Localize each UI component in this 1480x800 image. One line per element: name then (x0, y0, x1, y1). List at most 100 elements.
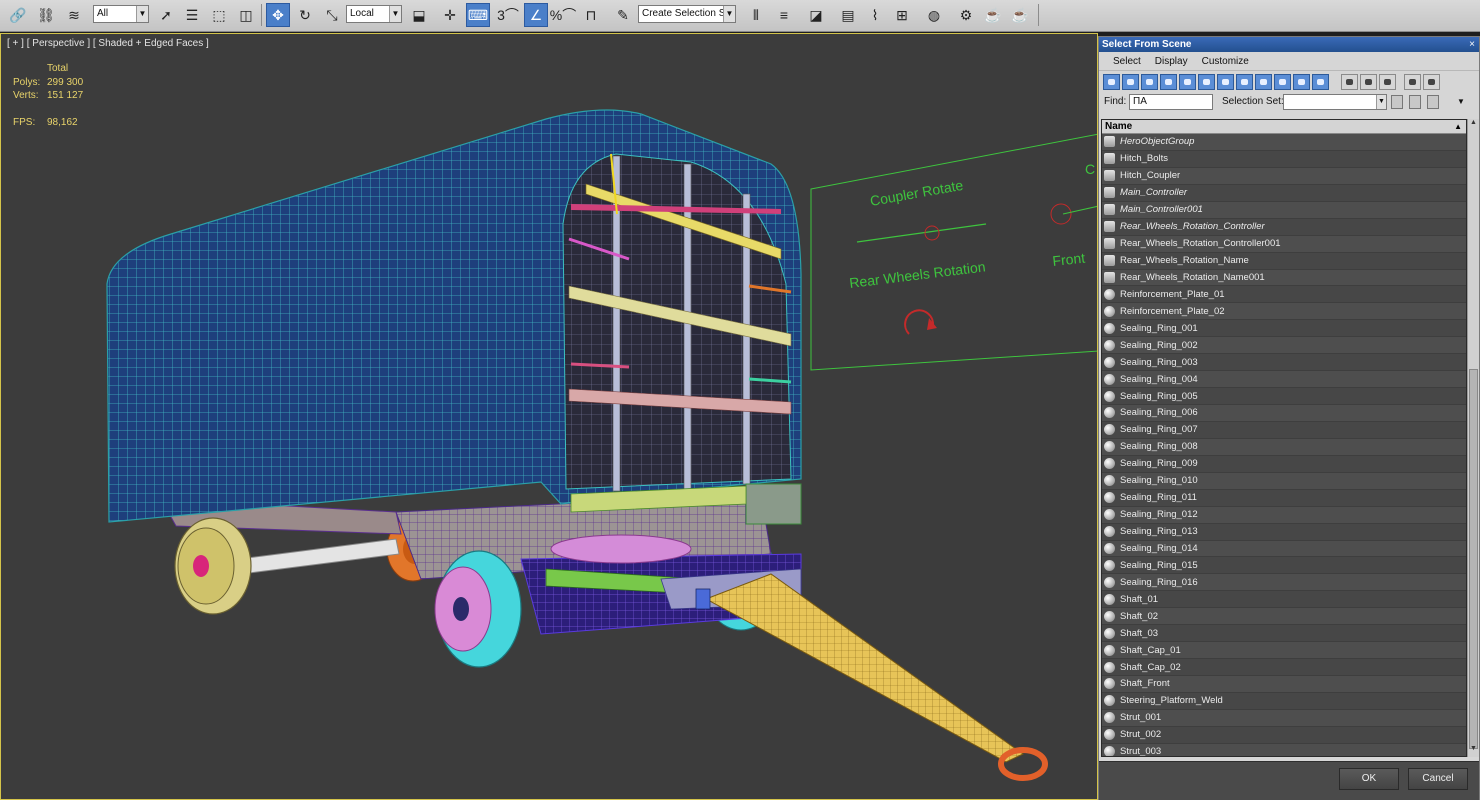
perspective-viewport[interactable]: Coupler Rotate Rear Wheels Rotation Fron… (0, 33, 1098, 800)
list-item[interactable]: Hitch_Coupler (1102, 167, 1466, 185)
select-object-icon[interactable]: ➚ (154, 3, 178, 27)
select-and-rotate-icon[interactable]: ↻ (293, 3, 317, 27)
list-item[interactable]: Shaft_03 (1102, 625, 1466, 643)
selection-set-dropdown[interactable]: ▼ (1283, 94, 1387, 110)
rear-axle[interactable] (238, 538, 400, 575)
list-item[interactable]: HeroObjectGroup (1102, 134, 1466, 151)
display-bones-icon[interactable] (1255, 74, 1272, 90)
filter-icon[interactable] (1404, 74, 1421, 90)
cancel-button[interactable]: Cancel (1408, 768, 1468, 790)
list-item[interactable]: Shaft_Cap_02 (1102, 659, 1466, 676)
select-all-icon[interactable] (1341, 74, 1358, 90)
list-scrollbar[interactable]: ▲ ▼ (1467, 119, 1479, 757)
named-selection-sets-dropdown[interactable]: Create Selection Se ▼ (638, 5, 736, 23)
drawbar[interactable] (704, 573, 1024, 763)
coupler-block[interactable] (695, 588, 711, 610)
select-invert-icon[interactable] (1379, 74, 1396, 90)
ok-button[interactable]: OK (1339, 768, 1399, 790)
turntable[interactable] (550, 534, 692, 564)
list-item[interactable]: Sealing_Ring_011 (1102, 489, 1466, 507)
list-item[interactable]: Sealing_Ring_004 (1102, 371, 1466, 389)
list-item[interactable]: Sealing_Ring_010 (1102, 472, 1466, 490)
display-space-warps-icon[interactable] (1198, 74, 1215, 90)
frame-post-2[interactable] (683, 163, 692, 490)
material-editor-icon[interactable]: ◍ (922, 3, 946, 27)
trailer-wireframe-model[interactable]: Coupler Rotate Rear Wheels Rotation Fron… (1, 34, 1098, 800)
scene-object-list[interactable]: Name ▲ HeroObjectGroup Hitch_Bolts Hitch_C… (1101, 119, 1467, 757)
bind-to-space-warp-icon[interactable]: ≋ (62, 3, 86, 27)
graphite-modeling-tools-icon[interactable]: ▤ (836, 3, 860, 27)
list-item[interactable]: Reinforcement_Plate_01 (1102, 286, 1466, 304)
window-crossing-icon[interactable]: ◫ (234, 3, 258, 27)
display-containers-icon[interactable] (1274, 74, 1291, 90)
list-item[interactable]: Rear_Wheels_Rotation_Name001 (1102, 269, 1466, 287)
filter-settings-icon[interactable] (1423, 74, 1440, 90)
list-item[interactable]: Sealing_Ring_005 (1102, 388, 1466, 405)
mirror-icon[interactable]: ⫴ (744, 3, 768, 27)
unlink-selection-icon[interactable]: ⛓ (34, 3, 58, 27)
coupler-rotate-slider[interactable] (856, 223, 987, 243)
list-item[interactable]: Rear_Wheels_Rotation_Controller (1102, 218, 1466, 236)
select-none-icon[interactable] (1360, 74, 1377, 90)
list-item[interactable]: Sealing_Ring_016 (1102, 574, 1466, 592)
edit-selection-set-icon[interactable] (1409, 95, 1421, 109)
coupler-rotate-handle[interactable] (924, 225, 940, 241)
save-selection-set-icon[interactable] (1391, 95, 1403, 109)
list-item[interactable]: Sealing_Ring_014 (1102, 540, 1466, 558)
display-cameras-icon[interactable] (1160, 74, 1177, 90)
select-and-link-icon[interactable]: 🔗 (6, 3, 30, 27)
column-header-name[interactable]: Name ▲ (1102, 120, 1466, 134)
menu-select[interactable]: Select (1113, 56, 1141, 67)
select-and-manipulate-icon[interactable]: ✛ (438, 3, 462, 27)
list-item[interactable]: Rear_Wheels_Rotation_Name (1102, 252, 1466, 270)
selection-filter-dropdown[interactable]: All ▼ (93, 5, 149, 23)
align-icon[interactable]: ≡ (772, 3, 796, 27)
list-item[interactable]: Main_Controller001 (1102, 201, 1466, 219)
delete-selection-set-icon[interactable] (1427, 95, 1439, 109)
pivot-point-center-icon[interactable]: ⬓ (407, 3, 431, 27)
list-item[interactable]: Sealing_Ring_009 (1102, 455, 1466, 473)
list-item[interactable]: Strut_002 (1102, 726, 1466, 744)
select-by-name-icon[interactable]: ☰ (180, 3, 204, 27)
snaps-toggle-icon[interactable]: 3 ⌒ (496, 3, 520, 27)
list-item[interactable]: Shaft_Cap_01 (1102, 642, 1466, 660)
display-geometry-icon[interactable] (1103, 74, 1120, 90)
list-item[interactable]: Sealing_Ring_007 (1102, 421, 1466, 439)
list-item[interactable]: Steering_Platform_Weld (1102, 692, 1466, 710)
viewport-label[interactable]: [ + ] [ Perspective ] [ Shaded + Edged F… (7, 38, 209, 49)
scroll-thumb[interactable] (1469, 369, 1478, 749)
dialog-title-bar[interactable]: Select From Scene × (1099, 37, 1479, 52)
list-item[interactable]: Main_Controller (1102, 184, 1466, 202)
list-item[interactable]: Sealing_Ring_015 (1102, 557, 1466, 575)
render-production-icon[interactable]: ☕ (1008, 3, 1032, 27)
front-controller-handle[interactable] (1050, 203, 1072, 225)
scroll-down-icon[interactable]: ▼ (1468, 745, 1479, 757)
scroll-up-icon[interactable]: ▲ (1468, 119, 1479, 131)
list-item[interactable]: Sealing_Ring_001 (1102, 320, 1466, 338)
list-item[interactable]: Shaft_01 (1102, 591, 1466, 609)
list-item[interactable]: Sealing_Ring_002 (1102, 337, 1466, 355)
render-setup-icon[interactable]: ⚙ (954, 3, 978, 27)
curve-editor-icon[interactable]: ⌇ (863, 3, 887, 27)
list-item[interactable]: Shaft_02 (1102, 608, 1466, 626)
select-and-move-icon[interactable]: ✥ (266, 3, 290, 27)
display-lights-icon[interactable] (1141, 74, 1158, 90)
list-item[interactable]: Hitch_Bolts (1102, 150, 1466, 168)
list-item[interactable]: Sealing_Ring_003 (1102, 354, 1466, 372)
spinner-snap-toggle-icon[interactable]: ⊓ (579, 3, 603, 27)
display-shapes-icon[interactable] (1122, 74, 1139, 90)
display-hidden-icon[interactable] (1312, 74, 1329, 90)
display-helpers-icon[interactable] (1179, 74, 1196, 90)
angle-snap-toggle-icon[interactable]: ∠ (524, 3, 548, 27)
layer-manager-icon[interactable]: ◪ (804, 3, 828, 27)
list-item[interactable]: Reinforcement_Plate_02 (1102, 303, 1466, 321)
list-item[interactable]: Rear_Wheels_Rotation_Controller001 (1102, 235, 1466, 253)
schematic-view-icon[interactable]: ⊞ (890, 3, 914, 27)
list-item[interactable]: Sealing_Ring_008 (1102, 438, 1466, 456)
list-item[interactable]: Strut_003 (1102, 743, 1466, 756)
list-item[interactable]: Sealing_Ring_012 (1102, 506, 1466, 524)
display-groups-icon[interactable] (1217, 74, 1234, 90)
list-item[interactable]: Sealing_Ring_013 (1102, 523, 1466, 541)
edit-named-selection-sets-icon[interactable]: ✎ (611, 3, 635, 27)
display-frozen-icon[interactable] (1293, 74, 1310, 90)
